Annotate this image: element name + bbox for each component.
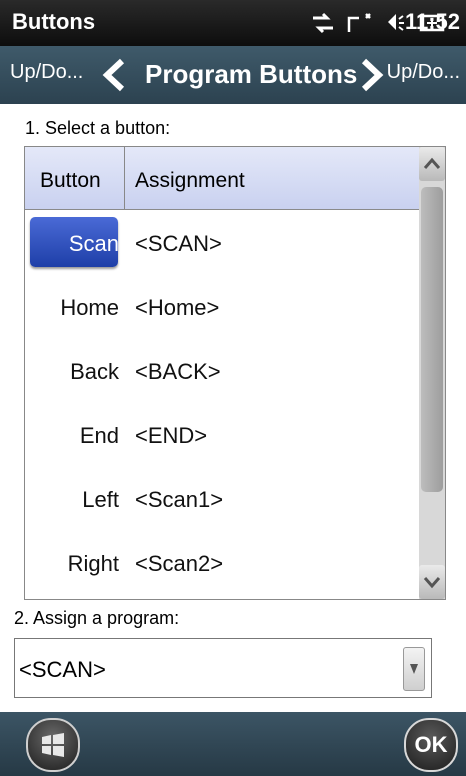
table-row[interactable]: Right <Scan2> [25,529,419,593]
connectivity-icon [313,12,333,34]
row-assignment: <Home> [135,295,220,320]
table-row[interactable]: Scan <SCAN> [25,209,419,273]
start-button[interactable] [26,718,80,772]
row-button-name: Left [82,487,119,512]
chevron-down-icon [423,577,441,589]
signal-icon [347,13,371,32]
row-button-name: End [79,423,119,448]
row-assignment: <Scan1> [135,487,224,512]
chevron-right-icon[interactable] [358,58,386,92]
row-button-name: Home [60,295,119,320]
scroll-up-button[interactable] [419,147,445,181]
nav-next-label[interactable]: Up/Do... [387,61,460,84]
app-title: Buttons [12,9,96,34]
dropdown-button[interactable] [403,647,425,691]
bottom-bar: OK [0,712,466,776]
column-divider [124,147,125,209]
program-select[interactable]: <SCAN> [14,638,432,698]
scroll-down-button[interactable] [419,565,445,599]
row-button-name: Back [70,359,119,384]
row-assignment: <Scan2> [135,551,224,576]
row-assignment: <SCAN> [135,231,222,256]
column-header-button[interactable]: Button [40,169,101,193]
chevron-left-icon[interactable] [100,58,128,92]
chevron-up-icon [423,157,441,169]
table-row[interactable]: Left <Scan1> [25,465,419,529]
navigation-bar: Up/Do... Program Buttons Up/Do... [0,46,466,104]
dropdown-arrow-icon [410,664,418,674]
table-header: Button Assignment [25,147,419,210]
page-title: Program Buttons [145,59,358,89]
button-assignment-table: Button Assignment Scan <SCAN> Home <Home… [24,146,446,600]
row-assignment: <BACK> [135,359,221,384]
ok-button[interactable]: OK [404,718,458,772]
windows-logo-icon [42,733,64,757]
column-header-assignment[interactable]: Assignment [135,169,245,193]
row-button-name: Scan [68,231,119,256]
table-row[interactable]: Home <Home> [25,273,419,337]
status-bar: Buttons 11:52 [0,0,466,46]
table-scrollbar[interactable] [419,147,445,599]
scroll-thumb[interactable] [421,187,443,492]
nav-prev-label[interactable]: Up/Do... [10,61,83,84]
select-button-label: 1. Select a button: [25,118,171,138]
program-select-value: <SCAN> [19,657,106,682]
table-row[interactable]: End <END> [25,401,419,465]
table-row[interactable]: Back <BACK> [25,337,419,401]
row-button-name: Right [67,551,119,576]
assign-program-label: 2. Assign a program: [14,608,180,628]
row-assignment: <END> [135,423,208,448]
clock: 11:52 [404,9,460,34]
